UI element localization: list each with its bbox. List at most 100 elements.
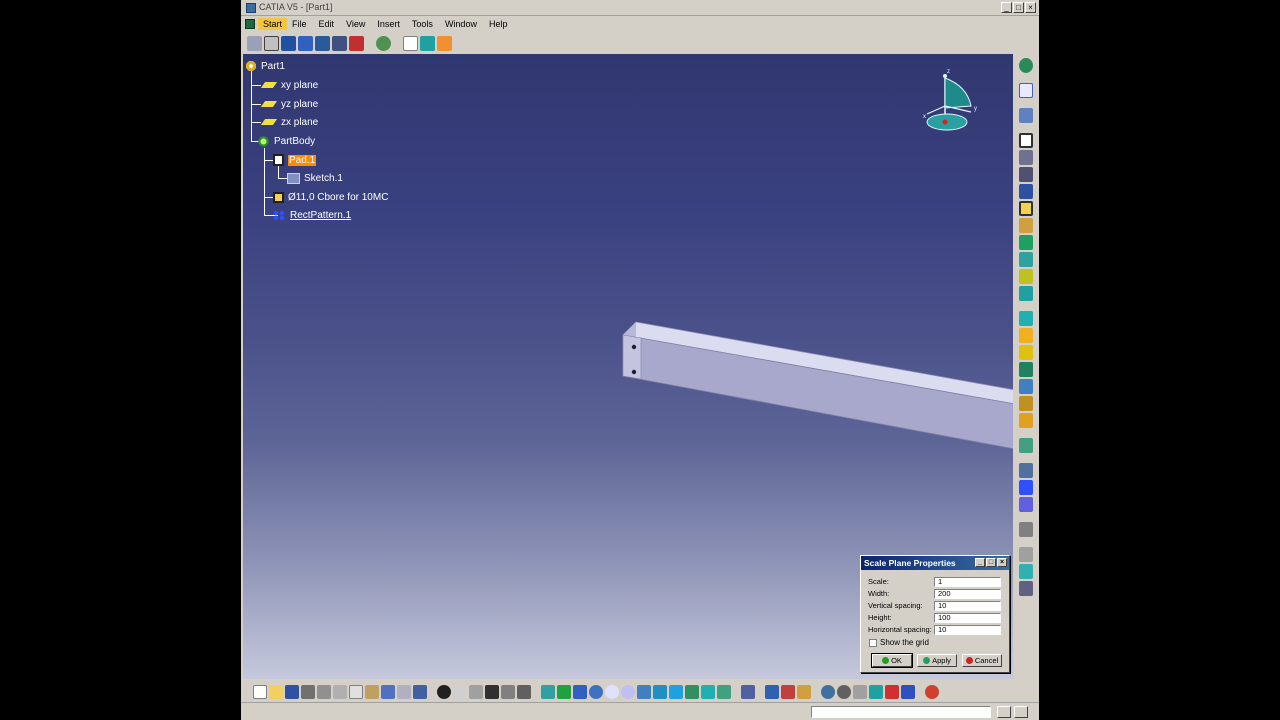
constraint-icon[interactable] bbox=[281, 35, 296, 51]
compass[interactable]: z y x bbox=[923, 62, 983, 134]
dialog-minimize-button[interactable]: _ bbox=[975, 558, 985, 567]
groove-icon[interactable] bbox=[1019, 184, 1033, 199]
vertical-spacing-input[interactable]: 10 bbox=[934, 600, 1001, 611]
menu-help[interactable]: Help bbox=[484, 19, 515, 29]
dialog-maximize-button[interactable]: □ bbox=[986, 558, 996, 567]
rotate-icon[interactable] bbox=[589, 685, 603, 699]
comment-icon[interactable] bbox=[453, 685, 467, 699]
update-all-icon[interactable] bbox=[837, 685, 851, 699]
rib-icon[interactable] bbox=[1019, 218, 1033, 233]
menu-view[interactable]: View bbox=[341, 19, 372, 29]
annotation-icon[interactable] bbox=[469, 685, 483, 699]
apply-button[interactable]: Apply bbox=[917, 654, 957, 667]
image-icon[interactable] bbox=[420, 35, 435, 51]
apply-material-icon[interactable] bbox=[797, 685, 811, 699]
mirror-icon[interactable] bbox=[1019, 463, 1033, 478]
fit-all-icon[interactable] bbox=[557, 685, 571, 699]
whats-this-icon[interactable] bbox=[413, 685, 427, 699]
tree-node-yz-plane[interactable]: yz plane bbox=[260, 96, 318, 112]
cut-icon[interactable] bbox=[333, 685, 347, 699]
slot-icon[interactable] bbox=[1019, 235, 1033, 250]
menu-start[interactable]: Start bbox=[258, 17, 288, 30]
draft-icon[interactable] bbox=[1019, 328, 1033, 343]
show-grid-option[interactable]: Show the grid bbox=[869, 638, 929, 647]
update-icon[interactable] bbox=[821, 685, 835, 699]
split-icon[interactable] bbox=[1019, 547, 1033, 562]
tree-node-partbody[interactable]: PartBody bbox=[257, 133, 315, 149]
multi-view-icon[interactable] bbox=[653, 685, 667, 699]
pad-icon[interactable] bbox=[1019, 133, 1033, 148]
tree-node-sketch[interactable]: Sketch.1 bbox=[287, 170, 343, 186]
shaft-icon[interactable] bbox=[1019, 167, 1033, 182]
text-icon[interactable] bbox=[403, 35, 418, 51]
rect-pattern-icon[interactable] bbox=[1019, 480, 1033, 495]
fly-mode-icon[interactable] bbox=[541, 685, 555, 699]
plane-icon[interactable] bbox=[264, 35, 279, 51]
scale-input[interactable]: 1 bbox=[934, 576, 1001, 587]
loft-icon[interactable] bbox=[1019, 252, 1033, 267]
close-button[interactable]: × bbox=[1025, 2, 1036, 13]
fillet-icon[interactable] bbox=[1019, 286, 1033, 301]
sketch-icon[interactable] bbox=[1019, 108, 1033, 123]
scaling-icon[interactable] bbox=[1019, 497, 1033, 512]
tree-node-xy-plane[interactable]: xy plane bbox=[260, 77, 318, 93]
hole-icon[interactable] bbox=[1019, 201, 1033, 216]
constraint-icon[interactable] bbox=[1019, 581, 1033, 596]
paste-icon[interactable] bbox=[365, 685, 379, 699]
remove-face-icon[interactable] bbox=[1019, 396, 1033, 411]
constraints-icon[interactable] bbox=[765, 685, 779, 699]
menu-file[interactable]: File bbox=[287, 19, 314, 29]
update-icon[interactable] bbox=[376, 35, 391, 51]
tree-node-part[interactable]: Part1 bbox=[245, 58, 285, 74]
axis-icon[interactable] bbox=[853, 685, 867, 699]
pad-3d-model[interactable] bbox=[621, 318, 1013, 453]
tree-node-zx-plane[interactable]: zx plane bbox=[260, 114, 318, 130]
save-icon[interactable] bbox=[285, 685, 299, 699]
sketch-tools-icon[interactable] bbox=[247, 35, 262, 51]
stiffener-icon[interactable] bbox=[1019, 269, 1033, 284]
chamfer-icon[interactable] bbox=[1019, 311, 1033, 326]
sketcher-icon[interactable] bbox=[1019, 58, 1033, 73]
menu-window[interactable]: Window bbox=[440, 19, 484, 29]
quick-print-icon[interactable] bbox=[317, 685, 331, 699]
material-icon[interactable] bbox=[781, 685, 795, 699]
menu-edit[interactable]: Edit bbox=[314, 19, 342, 29]
undo-icon[interactable] bbox=[381, 685, 395, 699]
copy-icon[interactable] bbox=[349, 685, 363, 699]
command-button-2[interactable] bbox=[1014, 706, 1028, 718]
show-grid-checkbox[interactable] bbox=[869, 638, 877, 647]
shell-icon[interactable] bbox=[1019, 345, 1033, 360]
command-button[interactable] bbox=[997, 706, 1011, 718]
swap-space-icon[interactable] bbox=[717, 685, 731, 699]
tree-node-pattern[interactable]: RectPattern.1 bbox=[273, 207, 351, 223]
menu-insert[interactable]: Insert bbox=[372, 19, 407, 29]
pocket-icon[interactable] bbox=[1019, 150, 1033, 165]
pan-icon[interactable] bbox=[573, 685, 587, 699]
thread-icon[interactable] bbox=[1019, 379, 1033, 394]
cancel-button[interactable]: Cancel bbox=[962, 654, 1002, 667]
measure-icon[interactable] bbox=[485, 685, 499, 699]
normal-view-icon[interactable] bbox=[637, 685, 651, 699]
maximize-button[interactable]: □ bbox=[1013, 2, 1024, 13]
minimize-button[interactable]: _ bbox=[1001, 2, 1012, 13]
analysis-icon[interactable] bbox=[332, 35, 347, 51]
menu-tools[interactable]: Tools bbox=[407, 19, 440, 29]
height-input[interactable]: 100 bbox=[934, 612, 1001, 623]
ok-button[interactable]: OK bbox=[871, 653, 913, 668]
select-arrow-icon[interactable] bbox=[1019, 83, 1033, 98]
inertia-icon[interactable] bbox=[517, 685, 531, 699]
width-input[interactable]: 200 bbox=[934, 588, 1001, 599]
tree-node-pad[interactable]: Pad.1 bbox=[273, 152, 317, 168]
open-icon[interactable] bbox=[269, 685, 283, 699]
geometry-icon[interactable] bbox=[298, 35, 313, 51]
new-icon[interactable] bbox=[253, 685, 267, 699]
redo-icon[interactable] bbox=[397, 685, 411, 699]
print-icon[interactable] bbox=[301, 685, 315, 699]
shading-icon[interactable] bbox=[685, 685, 699, 699]
hide-show-icon[interactable] bbox=[701, 685, 715, 699]
formula-icon[interactable] bbox=[349, 35, 364, 51]
snap-icon[interactable] bbox=[901, 685, 915, 699]
measure-item-icon[interactable] bbox=[501, 685, 515, 699]
iso-view-icon[interactable] bbox=[669, 685, 683, 699]
replace-face-icon[interactable] bbox=[1019, 413, 1033, 428]
